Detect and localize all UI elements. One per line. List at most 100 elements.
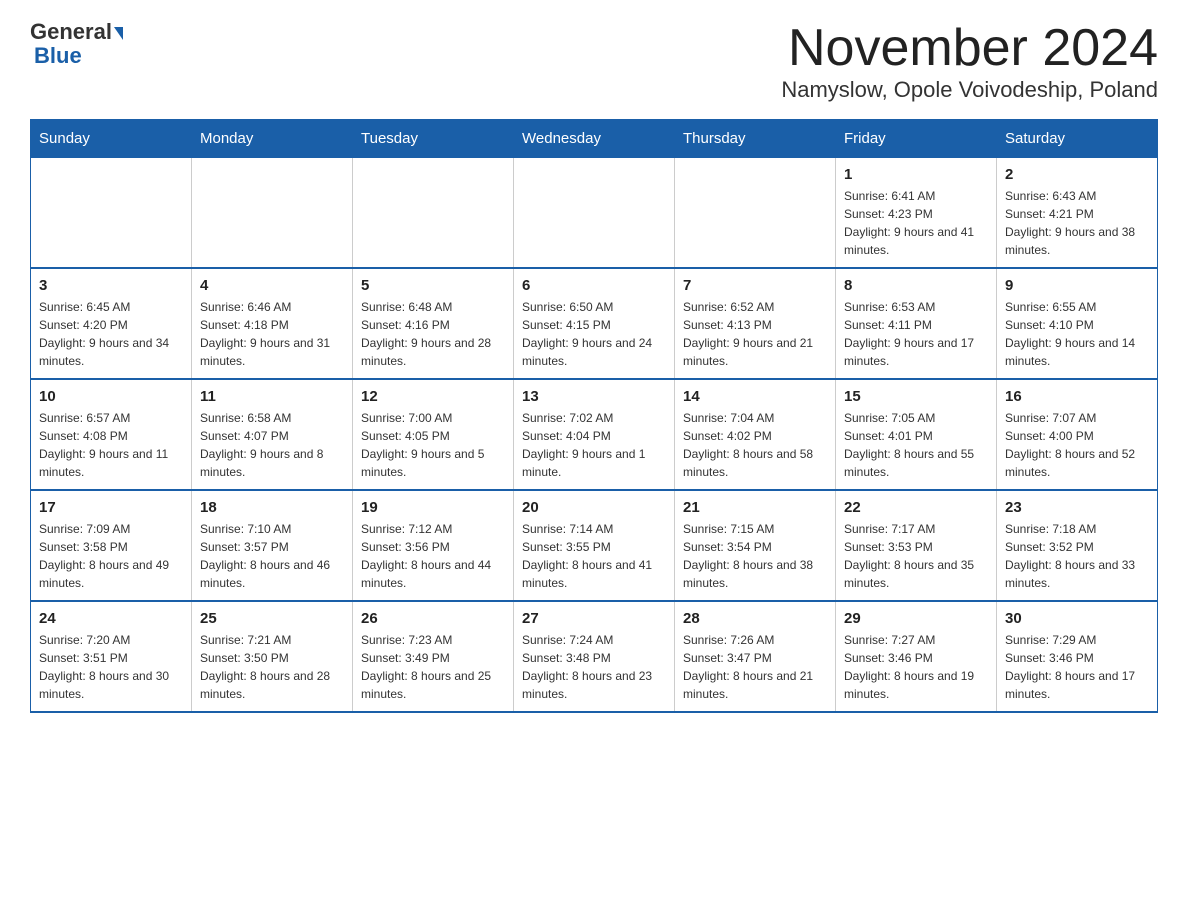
month-title: November 2024	[781, 20, 1158, 77]
day-number: 18	[200, 499, 344, 516]
day-number: 16	[1005, 388, 1149, 405]
calendar-cell: 11 Sunrise: 6:58 AMSunset: 4:07 PMDayligh…	[192, 379, 353, 490]
calendar-cell: 7Sunrise: 6:52 AMSunset: 4:13 PMDaylight…	[675, 268, 836, 379]
day-info: Sunrise: 7:24 AMSunset: 3:48 PMDaylight:…	[522, 631, 666, 703]
day-info: Sunrise: 6:52 AMSunset: 4:13 PMDaylight:…	[683, 298, 827, 370]
weekday-header-monday: Monday	[192, 120, 353, 158]
weekday-header-thursday: Thursday	[675, 120, 836, 158]
day-number: 19	[361, 499, 505, 516]
calendar-table: SundayMondayTuesdayWednesdayThursdayFrid…	[30, 119, 1158, 713]
day-number: 15	[844, 388, 988, 405]
day-number: 14	[683, 388, 827, 405]
day-info: Sunrise: 7:29 AMSunset: 3:46 PMDaylight:…	[1005, 631, 1149, 703]
calendar-cell: 4 Sunrise: 6:46 AMSunset: 4:18 PMDaylight…	[192, 268, 353, 379]
day-info: Sunrise: 6:58 AMSunset: 4:07 PMDaylight:…	[200, 409, 344, 481]
calendar-cell	[192, 158, 353, 269]
day-info: Sunrise: 6:53 AMSunset: 4:11 PMDaylight:…	[844, 298, 988, 370]
calendar-cell: 8 Sunrise: 6:53 AMSunset: 4:11 PMDaylight…	[836, 268, 997, 379]
day-number: 21	[683, 499, 827, 516]
day-number: 29	[844, 610, 988, 627]
logo: General Blue	[30, 20, 123, 68]
day-number: 28	[683, 610, 827, 627]
calendar-cell: 1Sunrise: 6:41 AMSunset: 4:23 PMDaylight…	[836, 158, 997, 269]
calendar-cell: 26 Sunrise: 7:23 AMSunset: 3:49 PMDayligh…	[353, 601, 514, 712]
day-number: 8	[844, 277, 988, 294]
title-block: November 2024 Namyslow, Opole Voivodeshi…	[781, 20, 1158, 103]
day-info: Sunrise: 7:02 AMSunset: 4:04 PMDaylight:…	[522, 409, 666, 481]
day-number: 22	[844, 499, 988, 516]
day-number: 20	[522, 499, 666, 516]
day-info: Sunrise: 6:45 AMSunset: 4:20 PMDaylight:…	[39, 298, 183, 370]
logo-blue: Blue	[34, 44, 82, 68]
day-info: Sunrise: 6:46 AMSunset: 4:18 PMDaylight:…	[200, 298, 344, 370]
day-number: 10	[39, 388, 183, 405]
day-info: Sunrise: 7:04 AMSunset: 4:02 PMDaylight:…	[683, 409, 827, 481]
day-number: 4	[200, 277, 344, 294]
day-info: Sunrise: 7:18 AMSunset: 3:52 PMDaylight:…	[1005, 520, 1149, 592]
day-number: 11	[200, 388, 344, 405]
calendar-cell: 29 Sunrise: 7:27 AMSunset: 3:46 PMDayligh…	[836, 601, 997, 712]
day-number: 27	[522, 610, 666, 627]
week-row-1: 1Sunrise: 6:41 AMSunset: 4:23 PMDaylight…	[31, 158, 1158, 269]
week-row-4: 17 Sunrise: 7:09 AMSunset: 3:58 PMDayligh…	[31, 490, 1158, 601]
calendar-cell: 15 Sunrise: 7:05 AMSunset: 4:01 PMDayligh…	[836, 379, 997, 490]
day-number: 12	[361, 388, 505, 405]
day-info: Sunrise: 7:27 AMSunset: 3:46 PMDaylight:…	[844, 631, 988, 703]
calendar-cell	[31, 158, 192, 269]
day-info: Sunrise: 6:50 AMSunset: 4:15 PMDaylight:…	[522, 298, 666, 370]
day-number: 6	[522, 277, 666, 294]
calendar-cell: 18 Sunrise: 7:10 AMSunset: 3:57 PMDayligh…	[192, 490, 353, 601]
weekday-header-friday: Friday	[836, 120, 997, 158]
calendar-cell: 9 Sunrise: 6:55 AMSunset: 4:10 PMDaylight…	[997, 268, 1158, 379]
calendar-cell: 24 Sunrise: 7:20 AMSunset: 3:51 PMDayligh…	[31, 601, 192, 712]
logo-general: General	[30, 20, 123, 44]
calendar-cell: 6 Sunrise: 6:50 AMSunset: 4:15 PMDaylight…	[514, 268, 675, 379]
calendar-cell: 17 Sunrise: 7:09 AMSunset: 3:58 PMDayligh…	[31, 490, 192, 601]
calendar-cell: 10 Sunrise: 6:57 AMSunset: 4:08 PMDayligh…	[31, 379, 192, 490]
calendar-cell: 30 Sunrise: 7:29 AMSunset: 3:46 PMDayligh…	[997, 601, 1158, 712]
day-info: Sunrise: 6:48 AMSunset: 4:16 PMDaylight:…	[361, 298, 505, 370]
page-header: General Blue November 2024 Namyslow, Opo…	[30, 20, 1158, 103]
day-number: 3	[39, 277, 183, 294]
weekday-header-wednesday: Wednesday	[514, 120, 675, 158]
day-info: Sunrise: 7:26 AMSunset: 3:47 PMDaylight:…	[683, 631, 827, 703]
day-info: Sunrise: 6:43 AMSunset: 4:21 PMDaylight:…	[1005, 187, 1149, 259]
week-row-5: 24 Sunrise: 7:20 AMSunset: 3:51 PMDayligh…	[31, 601, 1158, 712]
calendar-cell: 12 Sunrise: 7:00 AMSunset: 4:05 PMDayligh…	[353, 379, 514, 490]
day-info: Sunrise: 7:23 AMSunset: 3:49 PMDaylight:…	[361, 631, 505, 703]
calendar-cell: 3 Sunrise: 6:45 AMSunset: 4:20 PMDaylight…	[31, 268, 192, 379]
weekday-header-saturday: Saturday	[997, 120, 1158, 158]
calendar-cell: 21 Sunrise: 7:15 AMSunset: 3:54 PMDayligh…	[675, 490, 836, 601]
calendar-cell: 13Sunrise: 7:02 AMSunset: 4:04 PMDayligh…	[514, 379, 675, 490]
day-info: Sunrise: 7:10 AMSunset: 3:57 PMDaylight:…	[200, 520, 344, 592]
day-info: Sunrise: 7:09 AMSunset: 3:58 PMDaylight:…	[39, 520, 183, 592]
calendar-cell: 23 Sunrise: 7:18 AMSunset: 3:52 PMDayligh…	[997, 490, 1158, 601]
calendar-cell: 20 Sunrise: 7:14 AMSunset: 3:55 PMDayligh…	[514, 490, 675, 601]
calendar-cell	[675, 158, 836, 269]
calendar-cell: 25Sunrise: 7:21 AMSunset: 3:50 PMDayligh…	[192, 601, 353, 712]
day-info: Sunrise: 7:07 AMSunset: 4:00 PMDaylight:…	[1005, 409, 1149, 481]
calendar-cell: 22 Sunrise: 7:17 AMSunset: 3:53 PMDayligh…	[836, 490, 997, 601]
day-info: Sunrise: 7:14 AMSunset: 3:55 PMDaylight:…	[522, 520, 666, 592]
day-info: Sunrise: 7:05 AMSunset: 4:01 PMDaylight:…	[844, 409, 988, 481]
day-info: Sunrise: 7:15 AMSunset: 3:54 PMDaylight:…	[683, 520, 827, 592]
day-info: Sunrise: 7:21 AMSunset: 3:50 PMDaylight:…	[200, 631, 344, 703]
day-info: Sunrise: 7:17 AMSunset: 3:53 PMDaylight:…	[844, 520, 988, 592]
location-title: Namyslow, Opole Voivodeship, Poland	[781, 77, 1158, 103]
day-number: 24	[39, 610, 183, 627]
day-info: Sunrise: 7:20 AMSunset: 3:51 PMDaylight:…	[39, 631, 183, 703]
day-number: 9	[1005, 277, 1149, 294]
day-info: Sunrise: 6:55 AMSunset: 4:10 PMDaylight:…	[1005, 298, 1149, 370]
calendar-cell: 5Sunrise: 6:48 AMSunset: 4:16 PMDaylight…	[353, 268, 514, 379]
day-info: Sunrise: 7:00 AMSunset: 4:05 PMDaylight:…	[361, 409, 505, 481]
calendar-cell: 28 Sunrise: 7:26 AMSunset: 3:47 PMDayligh…	[675, 601, 836, 712]
day-number: 26	[361, 610, 505, 627]
day-number: 17	[39, 499, 183, 516]
calendar-cell	[514, 158, 675, 269]
day-number: 30	[1005, 610, 1149, 627]
weekday-header-tuesday: Tuesday	[353, 120, 514, 158]
calendar-cell: 27 Sunrise: 7:24 AMSunset: 3:48 PMDayligh…	[514, 601, 675, 712]
day-number: 2	[1005, 166, 1149, 183]
day-number: 23	[1005, 499, 1149, 516]
day-info: Sunrise: 6:57 AMSunset: 4:08 PMDaylight:…	[39, 409, 183, 481]
